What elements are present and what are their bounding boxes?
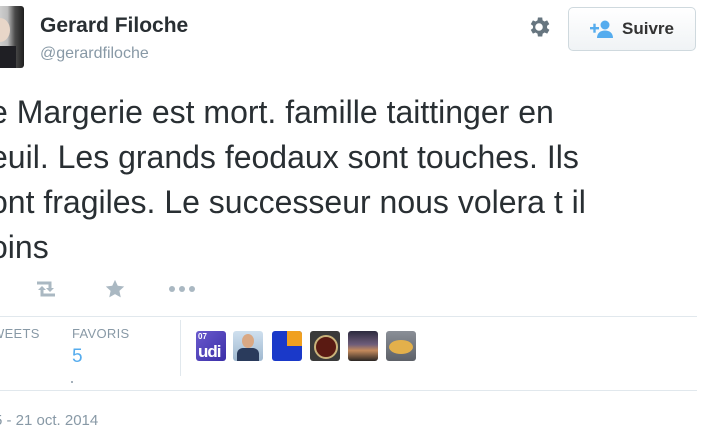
divider — [0, 390, 697, 391]
udi-logo-text: udi — [198, 342, 221, 361]
tweet-line: e Margerie est mort. famille taittinger … — [0, 94, 554, 130]
dot-separator — [71, 381, 73, 383]
gear-icon[interactable] — [526, 14, 552, 40]
follow-user-icon — [590, 20, 613, 38]
divider — [0, 316, 697, 317]
favorites-count[interactable]: 5 — [72, 346, 83, 368]
retweet-icon[interactable] — [32, 278, 60, 300]
avatar-suit — [0, 46, 16, 68]
more-icon[interactable] — [168, 278, 196, 300]
tweet-line: oins — [0, 229, 49, 265]
avatar-corner — [287, 331, 302, 346]
favorite-star-icon[interactable] — [104, 278, 126, 300]
user-handle[interactable]: @gerardfiloche — [40, 45, 149, 63]
avatar-blob — [389, 340, 413, 354]
tweet-line: euil. Les grands feodaux sont touches. I… — [0, 139, 579, 175]
favoriter-avatar-landscape[interactable] — [348, 331, 378, 361]
favoriter-avatar-udi[interactable]: 07 udi — [196, 331, 226, 361]
favoriter-avatar-blue[interactable] — [272, 331, 302, 361]
favoriter-avatar-emblem[interactable] — [310, 331, 340, 361]
udi-badge-number: 07 — [198, 332, 207, 341]
favoriter-avatar-yellow[interactable] — [386, 331, 416, 361]
display-name[interactable]: Gerard Filoche — [40, 14, 188, 38]
avatar[interactable] — [0, 6, 24, 68]
follow-button[interactable]: Suivre — [568, 7, 696, 51]
avatar-body — [237, 348, 259, 361]
follow-label: Suivre — [622, 19, 674, 38]
vertical-divider — [180, 320, 181, 376]
favorites-label[interactable]: FAVORIS — [72, 326, 129, 341]
avatar-face — [0, 18, 10, 42]
tweet-timestamp[interactable]: 5 - 21 oct. 2014 — [0, 412, 98, 429]
retweets-label[interactable]: WEETS — [0, 326, 40, 341]
avatar-emblem-ring — [314, 335, 338, 359]
avatar-head — [242, 334, 254, 348]
tweet-line: ont fragiles. Le successeur nous volera … — [0, 184, 586, 220]
favoriter-avatar-man[interactable] — [233, 331, 263, 361]
tweet-text: e Margerie est mort. famille taittinger … — [0, 90, 705, 270]
